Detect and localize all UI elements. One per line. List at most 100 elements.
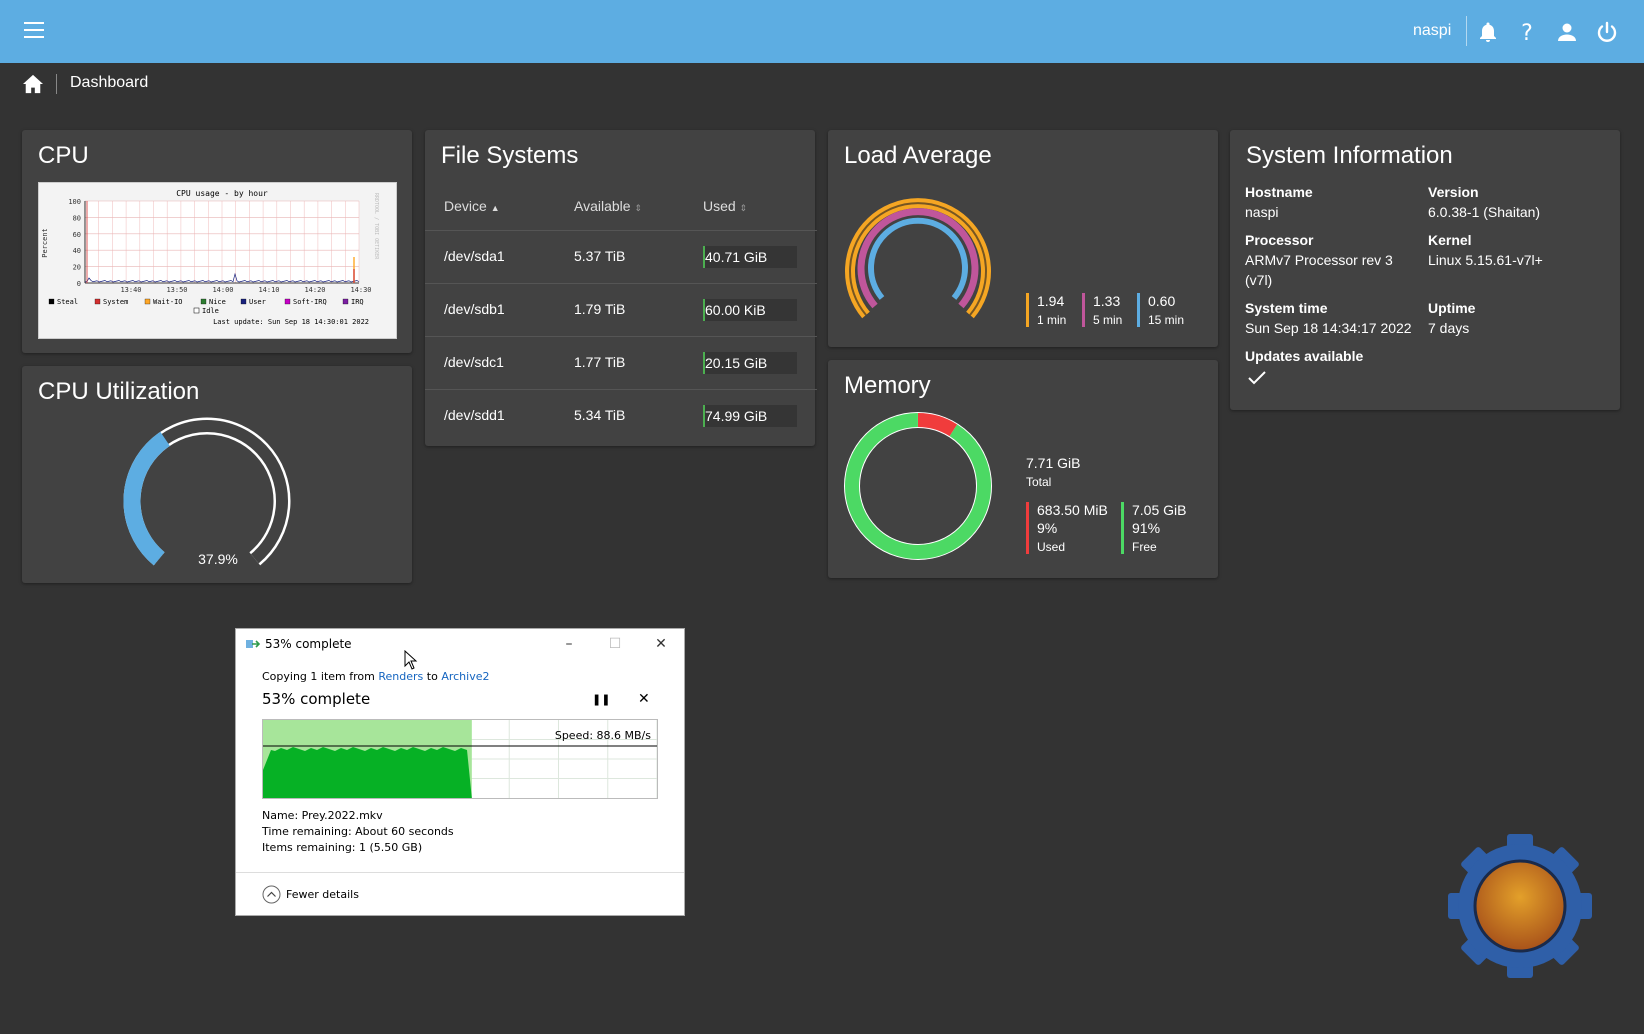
x-tick-label: 14:00 [212, 286, 233, 294]
filesystems-widget: File Systems Device ▲ Available ⇕ Used ⇕… [425, 130, 817, 446]
hostname-value: naspi [1245, 204, 1279, 220]
x-tick-label: 13:50 [166, 286, 187, 294]
cpu-utilization-value: 37.9% [198, 551, 238, 567]
uptime-value: 7 days [1428, 320, 1470, 336]
hostname-label: Hostname [1245, 184, 1313, 200]
dialog-footer: Fewer details [236, 872, 684, 916]
table-row[interactable]: /dev/sda1 5.37 TiB 40.71 GiB [425, 230, 817, 283]
x-tick-label: 14:10 [258, 286, 279, 294]
table-row[interactable]: /dev/sdc1 1.77 TiB 20.15 GiB [425, 336, 817, 389]
widget-title: Memory [844, 372, 931, 399]
dialog-titlebar[interactable]: 53% complete – ☐ ✕ [236, 629, 684, 659]
dialog-title: 53% complete [265, 637, 352, 651]
transfer-speed: Speed: 88.6 MB/s [554, 729, 651, 742]
svg-text:?: ? [1521, 21, 1533, 44]
legend-swatch [342, 298, 349, 305]
used-cell: 60.00 KiB [703, 299, 797, 321]
power-icon[interactable] [1595, 20, 1619, 44]
x-tick-label: 13:40 [120, 286, 141, 294]
used-cell: 40.71 GiB [703, 246, 797, 268]
top-bar: naspi ? [0, 0, 1644, 63]
bell-icon[interactable] [1476, 20, 1500, 44]
items-remaining: Items remaining: 1 (5.50 GB) [262, 841, 423, 854]
legend-label: IRQ [351, 298, 364, 306]
table-row[interactable]: /dev/sdd1 5.34 TiB 74.99 GiB [425, 389, 817, 442]
graph-title: CPU usage - by hour [176, 189, 268, 198]
cancel-copy-button[interactable]: ✕ [638, 691, 650, 707]
version-value: 6.0.38-1 (Shaitan) [1428, 204, 1541, 220]
topbar-divider [1466, 16, 1467, 46]
memory-used: 683.50 MiB 9% Used [1026, 502, 1108, 554]
available-cell: 1.79 TiB [574, 301, 626, 317]
home-icon[interactable] [22, 74, 44, 94]
uptime-label: Uptime [1428, 300, 1476, 316]
user-icon[interactable] [1555, 20, 1579, 44]
y-tick-label: 60 [73, 231, 81, 239]
sort-ascending-icon: ▲ [490, 203, 500, 213]
load-1min: 1.94 1 min [1026, 293, 1066, 327]
maximize-button[interactable]: ☐ [592, 629, 638, 659]
device-cell: /dev/sdd1 [444, 407, 505, 423]
progress-heading: 53% complete [262, 690, 371, 708]
source-link[interactable]: Renders [378, 670, 423, 683]
copy-summary: Copying 1 item from Renders to Archive2 [262, 670, 490, 683]
widget-title: CPU Utilization [38, 378, 200, 405]
available-cell: 5.37 TiB [574, 248, 626, 264]
chevron-up-icon [262, 885, 281, 904]
help-icon[interactable]: ? [1515, 20, 1539, 44]
minimize-button[interactable]: – [546, 629, 592, 659]
kernel-value: Linux 5.15.61-v7l+ [1428, 252, 1543, 268]
x-tick-label: 14:20 [304, 286, 325, 294]
memory-widget: Memory 7.71 GiB Total 683.50 MiB 9% Used… [828, 360, 1218, 578]
destination-link[interactable]: Archive2 [441, 670, 489, 683]
load-average-gauge [845, 198, 991, 319]
gauge-value-arc [123, 431, 171, 566]
donut-used-slice [917, 413, 958, 437]
legend-swatch [284, 298, 291, 305]
legend-swatch [144, 298, 151, 305]
transfer-speed-graph: Speed: 88.6 MB/s [262, 719, 658, 799]
column-header-used[interactable]: Used ⇕ [703, 198, 747, 214]
close-button[interactable]: ✕ [638, 629, 684, 659]
legend-label: Idle [202, 307, 219, 315]
legend-swatch [48, 298, 55, 305]
available-cell: 5.34 TiB [574, 407, 626, 423]
hamburger-menu-icon[interactable] [24, 22, 44, 38]
widget-title: File Systems [441, 142, 579, 169]
cpu-usage-graph: 100 80 60 40 20 0 13:40 13:50 14:00 14:10 14:20 14:… [38, 182, 397, 339]
load-average-widget: Load Average 1.94 1 min 1.33 5 min 0.60 … [828, 130, 1218, 347]
widget-title: CPU [38, 142, 89, 169]
legend-swatch [94, 298, 101, 305]
speed-area [263, 747, 472, 798]
checkmark-icon [1248, 371, 1266, 385]
version-label: Version [1428, 184, 1479, 200]
legend-swatch [193, 307, 200, 314]
gear-logo-icon [1448, 834, 1592, 978]
legend-label: User [249, 298, 266, 306]
column-header-device[interactable]: Device ▲ [444, 198, 500, 214]
y-tick-label: 40 [73, 247, 81, 255]
table-row[interactable]: /dev/sdb1 1.79 TiB 60.00 KiB [425, 283, 817, 336]
legend-label: Steal [57, 298, 78, 306]
widget-title: Load Average [844, 142, 992, 169]
y-tick-label: 100 [68, 198, 81, 206]
cpu-graph-svg: 100 80 60 40 20 0 13:40 13:50 14:00 14:10 14:20 14:… [41, 189, 379, 326]
copy-icon [246, 640, 261, 648]
legend-swatch [200, 298, 207, 305]
sort-icon: ⇕ [634, 203, 642, 213]
system-time-label: System time [1245, 300, 1328, 316]
device-cell: /dev/sda1 [444, 248, 505, 264]
time-remaining: Time remaining: About 60 seconds [262, 825, 454, 838]
device-cell: /dev/sdc1 [444, 354, 504, 370]
donut-free-slice [845, 413, 991, 559]
load-15min: 0.60 15 min [1137, 293, 1184, 327]
file-copy-dialog: 53% complete – ☐ ✕ Copying 1 item from R… [236, 629, 684, 915]
processor-value-2: (v7l) [1245, 272, 1273, 288]
y-tick-label: 20 [73, 264, 81, 272]
memory-donut-chart [844, 412, 992, 560]
pause-button[interactable]: ❚❚ [592, 693, 610, 706]
column-header-available[interactable]: Available ⇕ [574, 198, 642, 214]
cpu-utilization-widget: CPU Utilization 37.9% [22, 366, 412, 583]
processor-label: Processor [1245, 232, 1314, 248]
legend-label: Wait-IO [153, 298, 183, 306]
